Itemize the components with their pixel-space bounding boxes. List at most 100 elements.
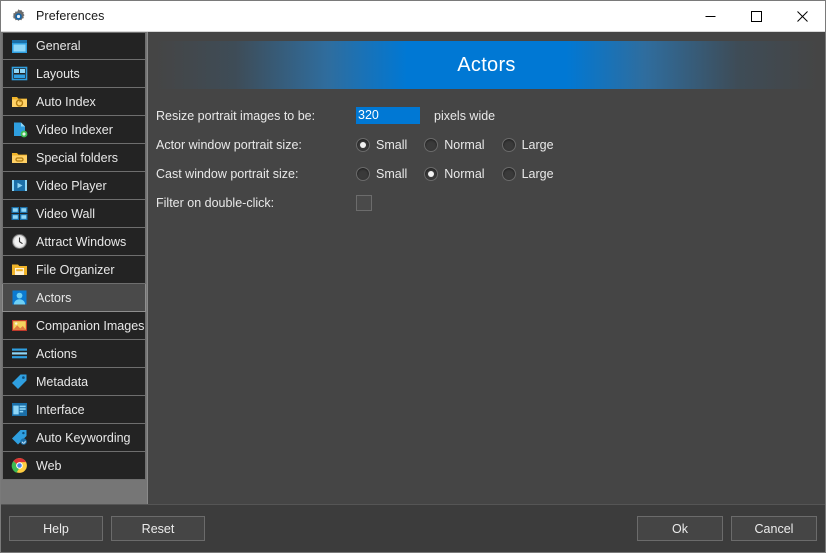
radio-cast-small[interactable]: Small (356, 167, 407, 181)
resize-label: Resize portrait images to be: (156, 109, 356, 123)
clock-icon (10, 232, 29, 251)
person-icon (10, 288, 29, 307)
sidebar-item-video-wall[interactable]: Video Wall (2, 200, 146, 228)
resize-suffix-label: pixels wide (434, 109, 495, 123)
maximize-icon[interactable] (733, 1, 779, 32)
gear-icon (10, 8, 27, 25)
title-bar: Preferences (1, 1, 825, 32)
sidebar-item-attract-windows[interactable]: Attract Windows (2, 228, 146, 256)
person-avatar-icon (162, 44, 203, 85)
help-button[interactable]: Help (9, 516, 103, 541)
film-grid-icon (10, 204, 29, 223)
sidebar-item-interface[interactable]: Interface (2, 396, 146, 424)
filter-double-click-label: Filter on double-click: (156, 196, 356, 210)
folder-refresh-icon (10, 92, 29, 111)
resize-width-input[interactable] (356, 107, 420, 124)
sidebar-item-actions[interactable]: Actions (2, 340, 146, 368)
page-title: Actors (457, 54, 515, 77)
sidebar-empty-area (1, 480, 147, 504)
window-blue-icon (10, 37, 29, 56)
picture-icon (10, 316, 29, 335)
cast-window-size-group: Small Normal Large (356, 167, 571, 181)
minimize-icon[interactable] (687, 1, 733, 32)
close-icon[interactable] (779, 1, 825, 32)
sidebar-item-label: Actors (36, 291, 71, 305)
sidebar-item-label: Layouts (36, 67, 80, 81)
grid-layout-icon (10, 64, 29, 83)
radio-dot-icon (424, 167, 438, 181)
radio-dot-icon (502, 167, 516, 181)
sidebar-item-metadata[interactable]: Metadata (2, 368, 146, 396)
sidebar-item-auto-index[interactable]: Auto Index (2, 88, 146, 116)
sidebar-item-video-player[interactable]: Video Player (2, 172, 146, 200)
radio-label: Normal (444, 138, 484, 152)
form-window-icon (10, 400, 29, 419)
resize-row: Resize portrait images to be: pixels wid… (156, 101, 825, 130)
sidebar-item-web[interactable]: Web (2, 452, 146, 480)
ok-button[interactable]: Ok (637, 516, 723, 541)
radio-dot-icon (502, 138, 516, 152)
tag-icon (10, 372, 29, 391)
sidebar-item-actors[interactable]: Actors (2, 284, 146, 312)
radio-dot-icon (424, 138, 438, 152)
sidebar-item-label: Auto Index (36, 95, 96, 109)
cancel-button[interactable]: Cancel (731, 516, 817, 541)
sidebar-item-label: File Organizer (36, 263, 115, 277)
lines-icon (10, 344, 29, 363)
folder-link-icon (10, 148, 29, 167)
sidebar-item-file-organizer[interactable]: File Organizer (2, 256, 146, 284)
radio-dot-icon (356, 138, 370, 152)
preferences-window: Preferences General (0, 0, 826, 553)
sidebar-item-label: Auto Keywording (36, 431, 131, 445)
window-body: General Layouts Auto Index Video Indexer (1, 32, 825, 504)
film-play-icon (10, 176, 29, 195)
person-avatar-icon (770, 44, 811, 85)
title-bar-left: Preferences (1, 8, 687, 25)
main-panel: Actors Resize portrait images to be: pix… (148, 32, 825, 504)
sidebar-item-label: Special folders (36, 151, 118, 165)
sidebar-item-companion-images[interactable]: Companion Images (2, 312, 146, 340)
sidebar-item-label: Web (36, 459, 61, 473)
settings-form: Resize portrait images to be: pixels wid… (148, 89, 825, 217)
tag-refresh-icon (10, 428, 29, 447)
sidebar-item-video-indexer[interactable]: Video Indexer (2, 116, 146, 144)
radio-label: Large (522, 167, 554, 181)
sidebar-item-label: Companion Images (36, 319, 144, 333)
panel-header: Actors (156, 41, 817, 89)
sidebar-item-label: Interface (36, 403, 85, 417)
filter-double-click-row: Filter on double-click: (156, 188, 825, 217)
reset-button[interactable]: Reset (111, 516, 205, 541)
sidebar: General Layouts Auto Index Video Indexer (1, 32, 148, 504)
radio-dot-icon (356, 167, 370, 181)
actor-window-size-label: Actor window portrait size: (156, 138, 356, 152)
sidebar-item-general[interactable]: General (2, 32, 146, 60)
radio-label: Small (376, 138, 407, 152)
filter-double-click-checkbox[interactable] (356, 195, 372, 211)
folder-open-icon (10, 260, 29, 279)
sidebar-item-auto-keywording[interactable]: Auto Keywording (2, 424, 146, 452)
footer-bar: Help Reset Ok Cancel (1, 504, 825, 552)
radio-label: Large (522, 138, 554, 152)
sidebar-item-layouts[interactable]: Layouts (2, 60, 146, 88)
window-controls (687, 1, 825, 32)
radio-label: Normal (444, 167, 484, 181)
cast-window-size-row: Cast window portrait size: Small Normal (156, 159, 825, 188)
radio-cast-normal[interactable]: Normal (424, 167, 484, 181)
sidebar-item-label: Video Indexer (36, 123, 113, 137)
radio-label: Small (376, 167, 407, 181)
sidebar-item-label: Video Wall (36, 207, 95, 221)
cast-window-size-label: Cast window portrait size: (156, 167, 356, 181)
sidebar-item-label: General (36, 39, 80, 53)
radio-cast-large[interactable]: Large (502, 167, 554, 181)
sidebar-list: General Layouts Auto Index Video Indexer (1, 32, 147, 480)
sidebar-item-label: Video Player (36, 179, 107, 193)
radio-actor-normal[interactable]: Normal (424, 138, 484, 152)
radio-actor-small[interactable]: Small (356, 138, 407, 152)
sidebar-item-label: Metadata (36, 375, 88, 389)
sidebar-item-label: Actions (36, 347, 77, 361)
sidebar-item-special-folders[interactable]: Special folders (2, 144, 146, 172)
chrome-icon (10, 456, 29, 475)
actor-window-size-group: Small Normal Large (356, 138, 571, 152)
window-title: Preferences (36, 9, 105, 23)
radio-actor-large[interactable]: Large (502, 138, 554, 152)
